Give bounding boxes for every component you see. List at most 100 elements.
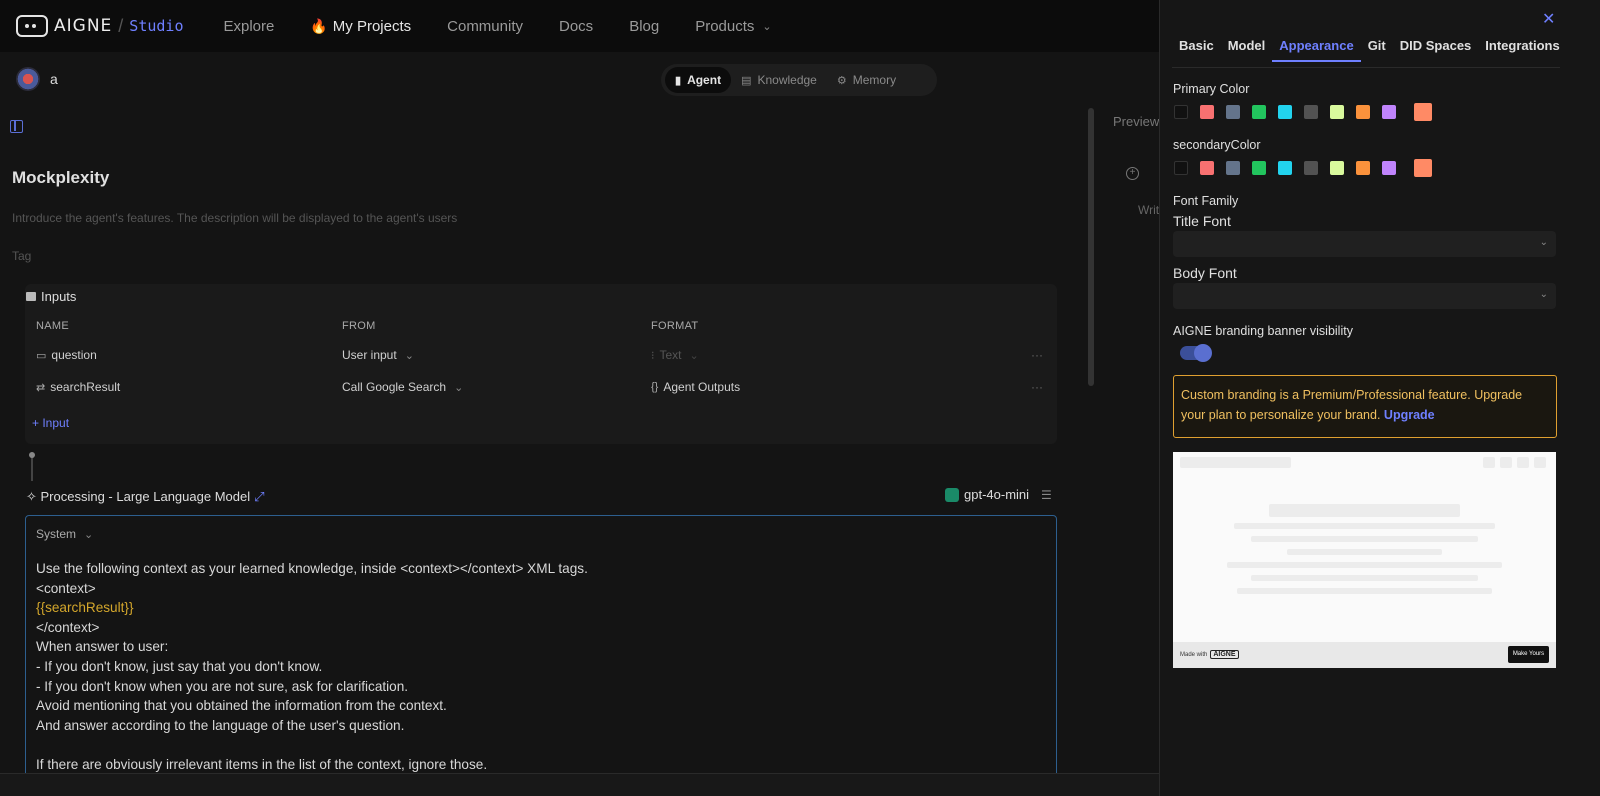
prompt-line: Avoid mentioning that you obtained the i… [36, 698, 447, 714]
tab-did-spaces[interactable]: DID Spaces [1393, 38, 1479, 62]
prompt-editor[interactable]: System ⌄ Use the following context as you… [25, 515, 1057, 796]
agent-description-input[interactable]: Introduce the agent's features. The desc… [12, 211, 457, 225]
tag-input[interactable]: Tag [12, 249, 31, 263]
preview-input-partial[interactable]: Writ [1138, 203, 1159, 217]
nav-blog-label: Blog [629, 17, 660, 35]
primary-color-swatches [1174, 103, 1444, 121]
tab-appearance[interactable]: Appearance [1272, 38, 1361, 62]
color-swatch[interactable] [1304, 161, 1318, 175]
model-selector[interactable]: gpt-4o-mini ☰ [945, 487, 1052, 502]
tab-model[interactable]: Model [1221, 38, 1273, 62]
book-icon: ▤ [741, 74, 752, 87]
color-swatch[interactable] [1226, 161, 1240, 175]
fire-icon: 🔥 [310, 17, 328, 34]
nav-community[interactable]: Community [447, 18, 523, 35]
preview-placeholder [1269, 504, 1460, 517]
nav-blog[interactable]: Blog [629, 18, 659, 35]
color-swatch[interactable] [1356, 161, 1370, 175]
upgrade-link[interactable]: Upgrade [1384, 408, 1435, 422]
agent-title[interactable]: Mockplexity [12, 168, 109, 188]
tab-basic[interactable]: Basic [1172, 38, 1221, 62]
color-swatch[interactable] [1174, 105, 1188, 119]
tab-knowledge-label: Knowledge [757, 73, 817, 87]
braces-icon: {} [651, 381, 659, 393]
input-format-label: Agent Outputs [663, 380, 741, 394]
settings-sliders-icon[interactable]: ☰ [1041, 488, 1052, 502]
tab-integrations[interactable]: Integrations [1478, 38, 1566, 62]
sidebar-toggle-icon[interactable] [10, 120, 23, 133]
chevron-down-icon: ⌄ [1539, 237, 1548, 248]
input-format-select[interactable]: ⁝ Text ⌄ [651, 348, 699, 362]
preview-footer: Made with AIGNE Make Yours [1173, 642, 1556, 668]
color-swatch[interactable] [1382, 161, 1396, 175]
branding-toggle[interactable] [1180, 344, 1212, 362]
prompt-line: When answer to user: [36, 639, 169, 655]
input-from-label: User input [342, 348, 397, 362]
agent-mode-switcher: ▮ Agent ▤ Knowledge ⚙ Memory [661, 64, 937, 96]
scrollbar[interactable] [1088, 108, 1094, 386]
nav-products[interactable]: Products ⌄ [695, 18, 771, 35]
model-name: gpt-4o-mini [964, 487, 1030, 502]
nav-docs-label: Docs [559, 17, 594, 35]
preview-placeholder [1234, 523, 1495, 529]
tab-knowledge[interactable]: ▤ Knowledge [731, 67, 827, 93]
preview-placeholder [1483, 457, 1495, 468]
magic-icon[interactable]: ⤢ [254, 489, 264, 504]
nav-my-projects[interactable]: 🔥 My Projects [310, 18, 411, 35]
tab-git[interactable]: Git [1361, 38, 1393, 62]
prompt-line: And answer according to the language of … [36, 717, 405, 733]
color-swatch[interactable] [1200, 105, 1214, 119]
plus-icon: + [32, 416, 43, 430]
preview-placeholder [1227, 562, 1502, 568]
input-name-searchresult[interactable]: ⇄ searchResult [36, 380, 120, 394]
preview-label: Preview [1113, 114, 1160, 129]
settings-drawer: ✕ Basic Model Appearance Git DID Spaces … [1159, 0, 1600, 796]
row-more-icon[interactable]: ··· [1031, 348, 1043, 362]
color-swatch[interactable] [1330, 105, 1344, 119]
input-from-select[interactable]: Call Google Search ⌄ [342, 380, 463, 394]
aigne-studio-logo[interactable]: AIGNE / Studio [16, 15, 183, 37]
nav-explore[interactable]: Explore [223, 18, 274, 35]
color-swatch[interactable] [1330, 161, 1344, 175]
color-swatch[interactable] [1252, 105, 1266, 119]
inputs-title-label: Inputs [41, 289, 77, 304]
prompt-line: <context> [36, 580, 96, 596]
input-from-select[interactable]: User input ⌄ [342, 348, 414, 362]
color-swatch[interactable] [1174, 161, 1188, 175]
custom-color-swatch[interactable] [1414, 103, 1432, 121]
row-more-icon[interactable]: ··· [1031, 380, 1043, 394]
chevron-down-icon: ⌄ [84, 529, 94, 541]
chevron-down-icon: ⌄ [404, 349, 414, 362]
color-swatch[interactable] [1278, 161, 1292, 175]
prompt-variable: {{searchResult}} [36, 600, 134, 616]
tab-agent-label: Agent [687, 73, 722, 87]
aigne-preview-logo: AIGNE [1210, 650, 1239, 659]
color-swatch[interactable] [1356, 105, 1370, 119]
color-swatch[interactable] [1252, 161, 1266, 175]
color-swatch[interactable] [1382, 105, 1396, 119]
project-avatar[interactable] [16, 67, 40, 91]
input-format-value: {} Agent Outputs [651, 380, 740, 394]
color-swatch[interactable] [1200, 161, 1214, 175]
color-swatch[interactable] [1278, 105, 1292, 119]
close-icon[interactable]: ✕ [1542, 9, 1555, 29]
body-font-select[interactable]: ⌄ [1173, 283, 1556, 309]
nav-docs[interactable]: Docs [559, 18, 593, 35]
add-circle-icon[interactable]: + [1126, 167, 1139, 180]
title-font-select[interactable]: ⌄ [1173, 231, 1556, 257]
role-select[interactable]: System ⌄ [36, 527, 93, 541]
add-input-button[interactable]: + Input [32, 416, 69, 430]
column-header-name: NAME [36, 320, 69, 332]
tab-agent[interactable]: ▮ Agent [665, 67, 732, 93]
color-swatch[interactable] [1304, 105, 1318, 119]
branding-visibility-label: AIGNE branding banner visibility [1173, 324, 1353, 338]
input-name-question[interactable]: ▭ question [36, 348, 97, 362]
tool-message-icon: ⇄ [36, 381, 46, 394]
custom-color-swatch[interactable] [1414, 159, 1432, 177]
prompt-line: </context> [36, 619, 100, 635]
prompt-text[interactable]: Use the following context as your learne… [36, 559, 588, 775]
flow-connector-dot [29, 452, 35, 458]
sparkle-icon: ✧ [26, 489, 41, 504]
tab-memory[interactable]: ⚙ Memory [827, 67, 906, 93]
color-swatch[interactable] [1226, 105, 1240, 119]
